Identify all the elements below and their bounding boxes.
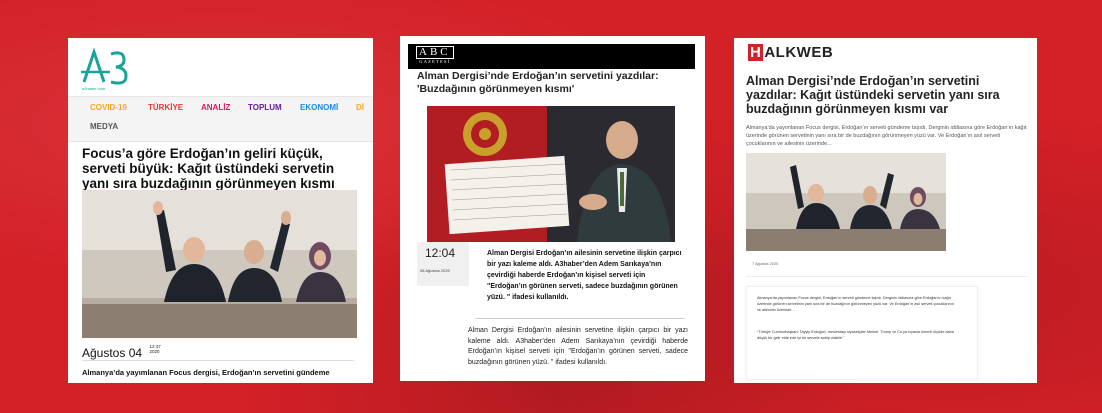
halkweb-headline[interactable]: Alman Dergisi’nde Erdoğan’ın servetini y… bbox=[746, 74, 1028, 116]
halkweb-logo-h: H bbox=[748, 44, 764, 61]
abc-timestamp: 12:04 08 Ağustos 2020 bbox=[417, 242, 469, 286]
a3-logo-caption: a3haber.com bbox=[82, 86, 106, 91]
nav-covid[interactable]: COVID-19 bbox=[90, 103, 127, 112]
abc-photo bbox=[427, 106, 675, 242]
abc-header-bar: ABC GAZETESİ bbox=[408, 44, 695, 69]
abc-body: Alman Dergisi Erdoğan’ın ailesinin serve… bbox=[468, 327, 688, 366]
nav-analiz[interactable]: ANALİZ bbox=[201, 103, 230, 112]
a3-year: 2020 bbox=[149, 349, 160, 354]
a3-lead: Almanya’da yayımlanan Focus dergisi, Erd… bbox=[82, 368, 330, 377]
abc-lead: Alman Dergisi Erdoğan’ın ailesinin serve… bbox=[487, 250, 682, 301]
halkweb-article-box: Almanya’da yayımlanan Focus dergisi, Erd… bbox=[746, 286, 978, 380]
a3-photo bbox=[82, 190, 357, 338]
abc-date: 08 Ağustos 2020 bbox=[420, 268, 450, 273]
abc-logo[interactable]: ABC GAZETESİ bbox=[416, 46, 454, 64]
a3-logo[interactable]: a3haber.com bbox=[80, 47, 140, 97]
divider bbox=[82, 360, 354, 361]
halkweb-paragraph-1: Almanya’da yayımlanan Focus dergisi, Erd… bbox=[757, 296, 954, 312]
divider bbox=[746, 276, 1028, 277]
halkweb-logo-rest: ALKWEB bbox=[764, 44, 834, 61]
abc-article-screenshot: ABC GAZETESİ Alman Dergisi’nde Erdoğan’ı… bbox=[400, 36, 705, 381]
nav-di[interactable]: Dİ bbox=[356, 103, 364, 112]
halkweb-paragraph-2: “Türkiye Cumhurbaşkanı Tayyip Erdoğan, m… bbox=[757, 330, 954, 340]
divider bbox=[475, 318, 685, 319]
a3-date-main: Ağustos 04 bbox=[82, 346, 143, 360]
a3-nav-menu: COVID-19 TÜRKİYE ANALİZ TOPLUM EKONOMİ D… bbox=[68, 96, 373, 142]
a3-date-time: 12:47 2020 bbox=[150, 344, 161, 354]
halkweb-photo bbox=[746, 153, 946, 251]
abc-logo-letters: ABC bbox=[416, 46, 454, 59]
nav-turkiye[interactable]: TÜRKİYE bbox=[148, 103, 183, 112]
halkweb-article-screenshot: H ALKWEB Alman Dergisi’nde Erdoğan’ın ser… bbox=[734, 38, 1037, 383]
halkweb-date: 7 Ağustos 2020 bbox=[752, 262, 779, 266]
halkweb-logo[interactable]: H ALKWEB bbox=[748, 44, 833, 61]
nav-toplum[interactable]: TOPLUM bbox=[248, 103, 282, 112]
abc-time: 12:04 bbox=[425, 246, 456, 260]
halkweb-intro: Almanya’da yayımlanan Focus dergisi, Erd… bbox=[746, 125, 1027, 147]
nav-ekonomi[interactable]: EKONOMİ bbox=[300, 103, 338, 112]
a3-article-screenshot: a3haber.com COVID-19 TÜRKİYE ANALİZ TOPL… bbox=[68, 38, 373, 383]
abc-logo-sub: GAZETESİ bbox=[419, 59, 451, 64]
abc-headline[interactable]: Alman Dergisi’nde Erdoğan’ın servetini y… bbox=[417, 70, 687, 96]
nav-medya[interactable]: MEDYA bbox=[90, 122, 118, 131]
